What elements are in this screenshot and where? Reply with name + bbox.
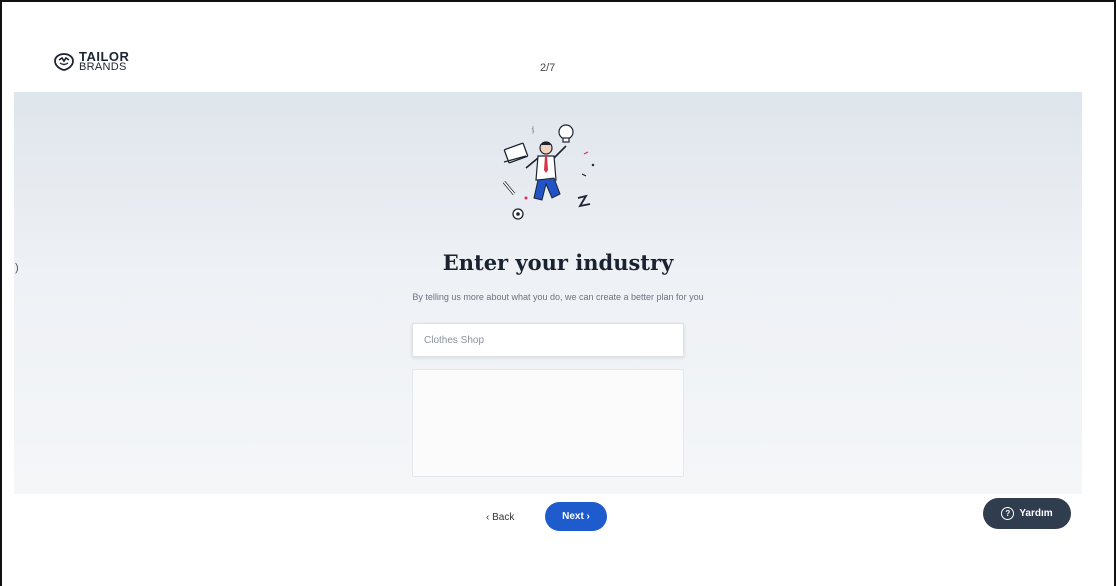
industry-input[interactable] bbox=[412, 323, 684, 357]
tailor-brands-logo[interactable]: TAILOR BRANDS bbox=[53, 50, 129, 73]
top-bar bbox=[2, 2, 1114, 92]
page-title: Enter your industry bbox=[442, 250, 674, 275]
logo-wordmark-line2: BRANDS bbox=[79, 61, 127, 73]
floating-businessman-illustration bbox=[502, 124, 595, 220]
help-button[interactable]: ? Yardım bbox=[983, 498, 1071, 529]
page-subtitle: By telling us more about what you do, we… bbox=[412, 292, 704, 302]
logo-icon bbox=[54, 53, 74, 71]
next-button[interactable]: Next › bbox=[545, 502, 607, 531]
question-circle-icon: ? bbox=[1001, 507, 1015, 520]
help-button-label: Yardım bbox=[1019, 508, 1053, 519]
step-indicator: 2/7 bbox=[540, 62, 556, 74]
back-button[interactable]: ‹ Back bbox=[486, 510, 514, 524]
industry-suggestions-panel bbox=[412, 369, 684, 477]
